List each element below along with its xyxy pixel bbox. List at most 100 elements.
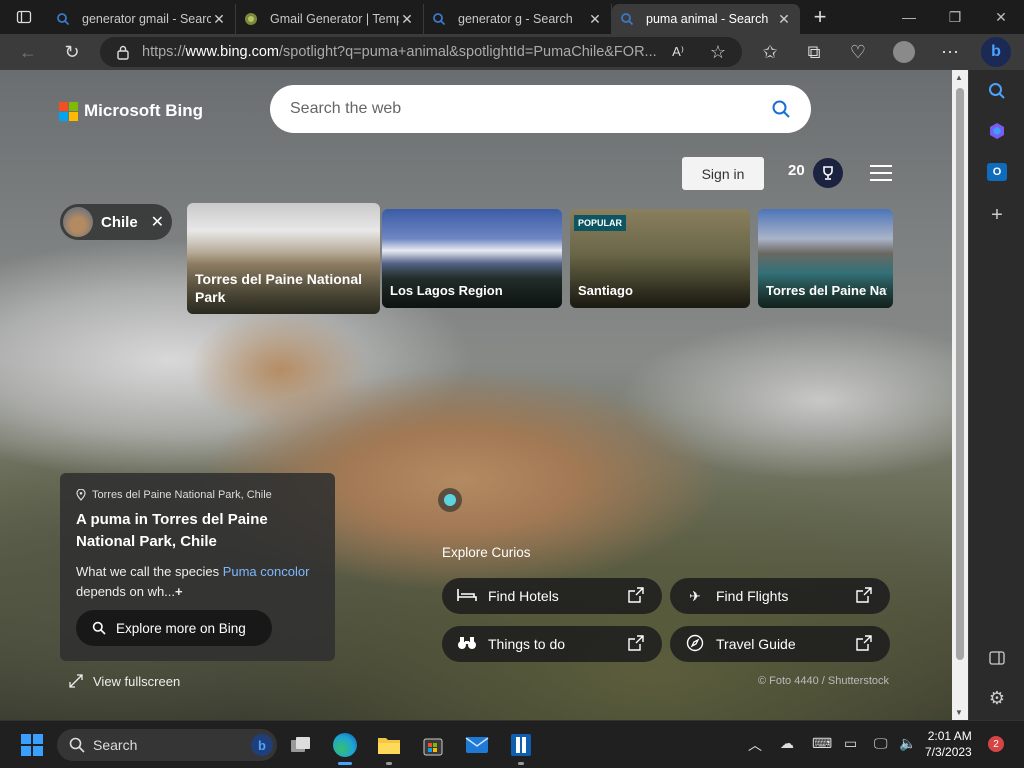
favorite-star-icon[interactable]: ☆ <box>696 34 740 70</box>
external-link-icon <box>856 634 872 654</box>
clock-time: 2:01 AM <box>927 729 972 743</box>
tab-close-icon[interactable]: ✕ <box>776 11 792 28</box>
sidebar-add-icon[interactable]: + <box>984 202 1010 228</box>
onedrive-offline-icon[interactable]: ☁ <box>780 735 794 752</box>
explore-curios-label: Explore Curios <box>442 545 531 560</box>
puma-concolor-link[interactable]: Puma concolor <box>223 564 310 579</box>
description-text-end: depends on wh... <box>76 584 176 599</box>
sidebar-settings-gear-icon[interactable]: ⚙ <box>984 685 1010 711</box>
chip-label: Chile <box>101 213 138 231</box>
browser-essentials-icon[interactable]: ♡ <box>836 34 880 70</box>
tab-gmail-generator[interactable]: Gmail Generator | Temp ✕ <box>236 4 424 34</box>
card-caption: Los Lagos Region <box>390 283 503 299</box>
explore-more-label: Explore more on Bing <box>116 620 246 636</box>
find-flights-button[interactable]: ✈ Find Flights <box>670 578 890 614</box>
more-options-icon[interactable]: ⋯ <box>928 34 972 70</box>
microsoft-store-icon[interactable] <box>417 729 449 761</box>
search-icon[interactable] <box>771 99 791 119</box>
carousel-card-torres-del-paine-2[interactable]: Torres del Paine National Park <box>758 209 893 308</box>
tab-puma-animal[interactable]: puma animal - Search ✕ <box>612 4 800 34</box>
back-icon[interactable]: ← <box>6 34 50 70</box>
file-explorer-icon[interactable] <box>373 729 405 765</box>
read-aloud-icon[interactable]: A⁾ <box>656 34 700 70</box>
search-input[interactable] <box>290 100 771 118</box>
close-window-icon[interactable]: ✕ <box>978 0 1024 34</box>
bing-search-icon <box>621 13 634 26</box>
task-view-icon[interactable] <box>285 729 317 761</box>
bing-taskbar-icon[interactable]: b <box>251 734 273 756</box>
profile-avatar-icon[interactable] <box>882 34 926 70</box>
mail-icon[interactable] <box>461 729 493 761</box>
scroll-up-arrow-icon[interactable]: ▲ <box>955 73 963 82</box>
edge-sidebar: O + ⚙ <box>968 70 1024 720</box>
display-icon[interactable]: ▭ <box>844 735 857 752</box>
volume-icon[interactable]: 🔈 <box>899 735 916 752</box>
tab-generator-gmail[interactable]: generator gmail - Search ✕ <box>48 4 236 34</box>
clock-date: 7/3/2023 <box>925 745 972 759</box>
tab-close-icon[interactable]: ✕ <box>587 11 603 28</box>
system-clock[interactable]: 2:01 AM 7/3/2023 <box>925 728 972 760</box>
sidebar-outlook-icon[interactable]: O <box>984 159 1010 185</box>
travel-guide-button[interactable]: Travel Guide <box>670 626 890 662</box>
new-tab-button[interactable]: + <box>800 4 840 30</box>
minimize-icon[interactable]: — <box>886 0 932 34</box>
hamburger-menu-icon[interactable] <box>870 165 892 181</box>
bed-icon <box>456 588 478 605</box>
location-pin-icon <box>76 489 86 501</box>
refresh-icon[interactable]: ↻ <box>50 34 94 70</box>
favorites-icon[interactable]: ✩ <box>748 34 792 70</box>
keyboard-icon[interactable]: ⌨ <box>812 735 832 752</box>
bing-chat-icon[interactable]: b <box>974 34 1018 70</box>
logo-text: Microsoft Bing <box>84 101 203 120</box>
curio-hotspot[interactable] <box>438 488 462 512</box>
vertical-scrollbar[interactable]: ▲ ▼ <box>952 70 968 720</box>
expand-more-icon[interactable]: + <box>175 584 183 599</box>
chip-close-icon[interactable]: ✕ <box>151 212 164 232</box>
search-box[interactable] <box>270 85 811 133</box>
rewards-points[interactable]: 20 <box>788 162 805 179</box>
filter-chip-chile[interactable]: Chile ✕ <box>60 204 172 240</box>
popular-badge: POPULAR <box>574 215 627 231</box>
external-link-icon <box>628 634 644 654</box>
tab-close-icon[interactable]: ✕ <box>211 11 227 28</box>
notification-badge[interactable]: 2 <box>988 736 1004 752</box>
network-icon[interactable]: 🖵 <box>874 735 888 752</box>
show-hidden-icons-chevron-icon[interactable]: ︿ <box>748 735 762 755</box>
tab-title: generator gmail - Search <box>82 12 211 26</box>
explore-more-button[interactable]: Explore more on Bing <box>76 610 272 646</box>
sidebar-copilot-icon[interactable] <box>984 118 1010 144</box>
card-caption: Torres del Paine National Park <box>766 283 887 299</box>
airplane-icon: ✈ <box>689 587 701 604</box>
sidebar-toggle-icon[interactable] <box>984 645 1010 671</box>
carousel-card-torres-del-paine[interactable]: Torres del Paine National Park <box>187 203 380 314</box>
find-hotels-button[interactable]: Find Hotels <box>442 578 662 614</box>
pinned-app-icon[interactable] <box>505 729 537 765</box>
tab-generator-g[interactable]: generator g - Search ✕ <box>424 4 612 34</box>
bing-logo[interactable]: Microsoft Bing <box>59 101 203 121</box>
collections-icon[interactable]: ⧉ <box>792 34 836 70</box>
bing-spotlight-page: Microsoft Bing Sign in 20 Chile ✕ Torres… <box>0 70 952 720</box>
carousel-card-los-lagos[interactable]: Los Lagos Region <box>382 209 562 308</box>
lock-icon[interactable] <box>116 44 130 60</box>
taskbar-search-label: Search <box>93 737 138 753</box>
windows-start-icon[interactable] <box>16 729 48 761</box>
tab-bar: generator gmail - Search ✕ Gmail Generat… <box>0 0 1024 34</box>
external-link-icon <box>628 586 644 606</box>
restore-icon[interactable]: ❐ <box>932 0 978 34</box>
url-path: /spotlight?q=puma+animal&spotlightId=Pum… <box>279 44 657 60</box>
view-fullscreen-button[interactable]: View fullscreen <box>68 673 180 689</box>
scroll-down-arrow-icon[interactable]: ▼ <box>955 708 963 717</box>
tab-actions-icon[interactable] <box>0 0 48 34</box>
sign-in-button[interactable]: Sign in <box>682 157 764 190</box>
gmail-generator-favicon <box>245 13 257 25</box>
taskbar-search-box[interactable]: Search b <box>57 729 277 761</box>
carousel-card-santiago[interactable]: POPULAR Santiago <box>570 209 750 308</box>
edge-browser-icon[interactable] <box>329 729 361 765</box>
sidebar-search-icon[interactable] <box>984 78 1010 104</box>
rewards-trophy-icon[interactable] <box>813 158 843 188</box>
tab-close-icon[interactable]: ✕ <box>399 11 415 28</box>
address-bar[interactable]: https://www.bing.com/spotlight?q=puma+an… <box>100 37 742 67</box>
image-description: What we call the species Puma concolor d… <box>76 562 319 602</box>
scrollbar-thumb[interactable] <box>956 88 964 660</box>
things-to-do-button[interactable]: Things to do <box>442 626 662 662</box>
